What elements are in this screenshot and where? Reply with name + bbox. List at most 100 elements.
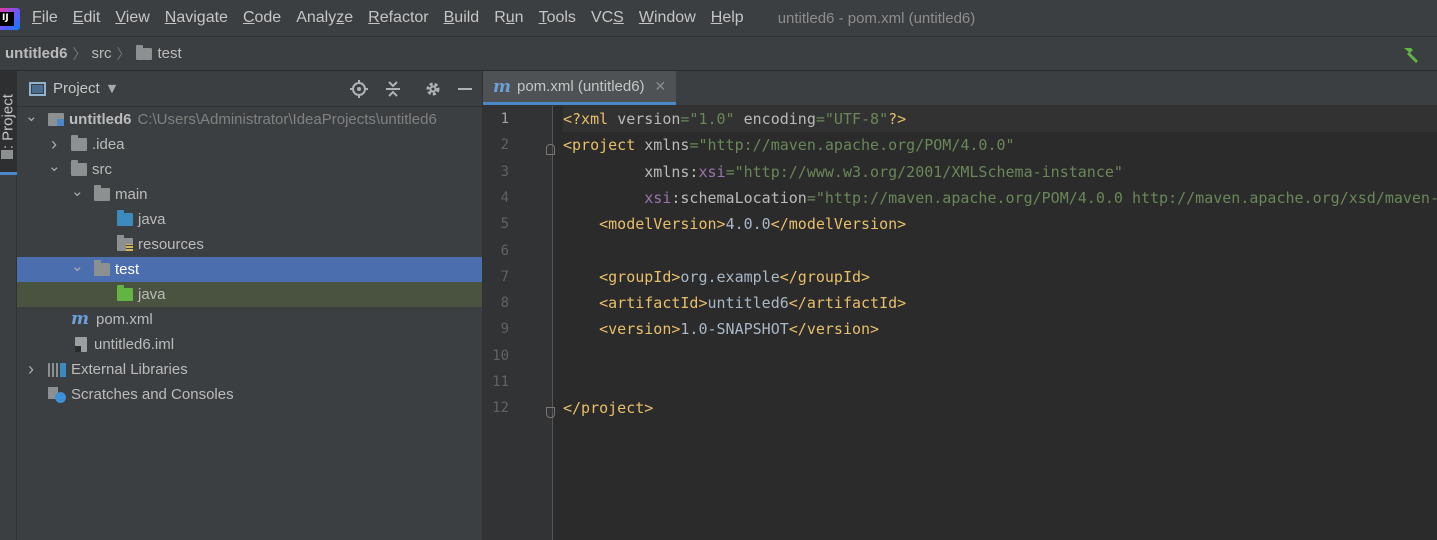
minimize-icon[interactable] — [456, 80, 474, 98]
menu-analyze[interactable]: Analyze — [296, 9, 353, 27]
code-token: <project — [563, 136, 645, 155]
tree-item-untitled6[interactable]: ⌄ untitled6 C:\Users\Administrator\IdeaPro… — [17, 107, 482, 132]
code-token: ="http://maven.apache.org/POM/4.0.0" — [689, 136, 1015, 155]
collapse-all-icon[interactable] — [384, 80, 402, 98]
code-token: encoding — [734, 110, 816, 128]
menu-vcs[interactable]: VCS — [591, 9, 624, 27]
intellij-logo-icon: IJ — [0, 8, 20, 30]
code-token: xmlns: — [563, 162, 699, 181]
tree-item-label: java — [138, 211, 166, 228]
code-token: xmlns — [644, 136, 690, 155]
editor-gutter: 1 2 3 4 5 6 7 8 9 10 11 12 — [483, 106, 555, 540]
chevron-down-icon[interactable]: ⌄ — [71, 259, 84, 274]
tree-item-untitled6-iml[interactable]: untitled6.iml — [17, 332, 482, 357]
tree-item-src[interactable]: ⌄ src — [17, 157, 482, 182]
tree-item-label: resources — [138, 236, 204, 253]
code-token: ="http://maven.apache.org/POM/4.0.0 http… — [806, 188, 1437, 207]
project-path-hint: C:\Users\Administrator\IdeaProjects\unti… — [137, 111, 437, 128]
line-number: 5 — [500, 216, 509, 233]
code-token: </project> — [563, 399, 654, 418]
tree-item-external-libraries[interactable]: › External Libraries — [17, 357, 482, 382]
editor-area: m pom.xml (untitled6) ✕ 1 2 3 4 5 6 7 8 9 10 11 12 … — [482, 71, 1437, 540]
code-token: </artifactId> — [788, 294, 907, 313]
scratches-icon — [48, 386, 66, 403]
tree-item-label: .idea — [92, 136, 125, 153]
code-token: ="1.0" — [680, 110, 735, 128]
tree-item-label: main — [115, 186, 148, 203]
menu-build[interactable]: Build — [444, 9, 480, 27]
folder-icon — [94, 185, 110, 201]
folder-icon — [71, 135, 87, 151]
close-icon[interactable]: ✕ — [655, 79, 667, 95]
menu-window[interactable]: Window — [639, 9, 696, 27]
project-view-icon — [29, 81, 46, 96]
test-folder-icon — [117, 285, 133, 301]
tree-item-main[interactable]: ⌄ main — [17, 182, 482, 207]
hammer-icon[interactable] — [1401, 45, 1421, 63]
project-tool-tab-label: 1: Project — [0, 94, 17, 158]
tree-item-label: untitled6 — [69, 111, 132, 128]
window-title: untitled6 - pom.xml (untitled6) — [777, 9, 976, 27]
locate-icon[interactable] — [350, 80, 368, 98]
menu-code[interactable]: Code — [243, 9, 281, 27]
project-panel-title[interactable]: Project — [53, 80, 100, 97]
code-token: </groupId> — [779, 267, 871, 286]
fold-marker-icon[interactable] — [546, 407, 555, 419]
code-token: <?xml — [563, 110, 618, 128]
menu-tools[interactable]: Tools — [539, 9, 576, 27]
code-token: ="UTF-8" — [815, 110, 889, 128]
chevron-down-icon[interactable]: ⌄ — [48, 159, 61, 174]
menu-refactor[interactable]: Refactor — [368, 9, 428, 27]
code-token: </version> — [788, 320, 880, 339]
code-token: 1.0-SNAPSHOT — [680, 320, 789, 339]
tree-item-label: src — [92, 161, 112, 178]
menu-file[interactable]: File — [32, 9, 58, 27]
breadcrumb-separator: 〉 — [72, 46, 87, 63]
code-token: xsi — [698, 162, 726, 181]
code-token: <artifactId> — [563, 294, 708, 313]
chevron-right-icon[interactable]: › — [25, 359, 37, 380]
breadcrumb-project[interactable]: untitled6 — [5, 45, 68, 62]
menu-bar: IJ File Edit View Navigate Code Analyze Refact… — [0, 0, 1437, 36]
code-token: <version> — [563, 320, 681, 339]
tree-item--idea[interactable]: › .idea — [17, 132, 482, 157]
code-line: <project xmlns="http://maven.apache.org/… — [563, 132, 1015, 158]
tree-item-java[interactable]: java — [17, 207, 482, 232]
tree-item-resources[interactable]: resources — [17, 232, 482, 257]
code-area[interactable]: <?xml version="1.0" encoding="UTF-8"?> <p… — [563, 106, 1437, 540]
tree-item-pom-xml[interactable]: m pom.xml — [17, 307, 482, 332]
resources-folder-icon — [117, 235, 133, 251]
maven-icon: m — [493, 76, 511, 97]
line-number: 11 — [492, 374, 509, 390]
code-line: </project> — [563, 395, 653, 421]
chevron-down-icon[interactable]: ⌄ — [25, 109, 38, 124]
tree-item-label: untitled6.iml — [94, 336, 175, 353]
editor-tab-label: pom.xml (untitled6) — [517, 78, 645, 95]
menu-edit[interactable]: Edit — [73, 9, 101, 27]
breadcrumb-separator: 〉 — [116, 46, 131, 63]
tree-item-label: pom.xml — [96, 311, 153, 328]
gear-icon[interactable] — [424, 80, 442, 98]
tree-item-scratches-and-consoles[interactable]: Scratches and Consoles — [17, 382, 482, 407]
code-line: xsi:schemaLocation="http://maven.apache.… — [563, 185, 1437, 211]
chevron-down-icon[interactable]: ⌄ — [71, 184, 84, 199]
menu-view[interactable]: View — [115, 9, 149, 27]
folder-icon — [135, 44, 152, 60]
fold-marker-icon[interactable] — [546, 144, 555, 156]
menu-navigate[interactable]: Navigate — [165, 9, 228, 27]
menu-run[interactable]: Run — [494, 9, 523, 27]
chevron-right-icon[interactable]: › — [48, 134, 60, 155]
breadcrumb-src-label: src — [91, 45, 112, 62]
editor-tab-pom-xml[interactable]: m pom.xml (untitled6) ✕ — [483, 71, 677, 105]
line-number: 7 — [500, 268, 509, 285]
code-token: ?> — [888, 110, 907, 128]
menu-help[interactable]: Help — [711, 9, 744, 27]
breadcrumb-src[interactable]: src — [92, 45, 112, 62]
chevron-down-icon[interactable]: ▼ — [108, 82, 116, 95]
code-token: </modelVersion> — [770, 215, 907, 234]
libraries-icon — [48, 362, 66, 377]
code-line: <modelVersion>4.0.0</modelVersion> — [563, 211, 906, 237]
breadcrumb-test[interactable]: test — [135, 44, 182, 62]
tree-item-java[interactable]: java — [17, 282, 482, 307]
tree-item-test[interactable]: ⌄ test — [17, 257, 482, 282]
